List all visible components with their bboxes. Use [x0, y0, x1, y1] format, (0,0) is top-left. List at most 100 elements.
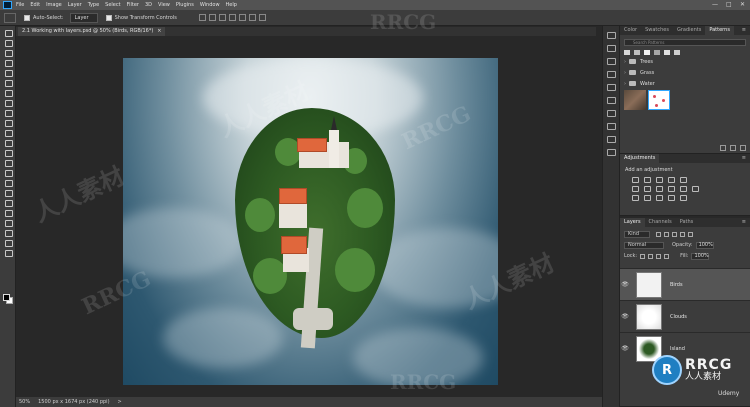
panel-menu-icon[interactable]: ≡ — [738, 218, 750, 227]
gradient-map-icon[interactable] — [668, 195, 675, 201]
threshold-icon[interactable] — [656, 195, 663, 201]
more-options-icon[interactable] — [258, 14, 266, 21]
filter-smart-object-icon[interactable] — [688, 231, 693, 237]
tab-paths[interactable]: Paths — [676, 218, 698, 227]
menu-plugins[interactable]: Plugins — [176, 2, 194, 8]
menu-image[interactable]: Image — [46, 2, 62, 8]
close-document-icon[interactable]: × — [157, 28, 161, 34]
auto-select-dropdown[interactable]: Layer — [69, 12, 98, 23]
align-center-icon[interactable] — [208, 14, 216, 21]
filter-shape-icon[interactable] — [680, 231, 685, 237]
pattern-thumbnail[interactable] — [624, 90, 646, 110]
pattern-swatch[interactable] — [664, 50, 670, 55]
close-window-button[interactable]: ✕ — [740, 1, 745, 8]
tab-patterns[interactable]: Patterns — [705, 26, 734, 35]
eye-icon[interactable]: 👁 — [620, 281, 630, 288]
menu-layer[interactable]: Layer — [68, 2, 82, 8]
blur-tool-icon[interactable] — [3, 169, 13, 177]
align-bottom-icon[interactable] — [248, 14, 256, 21]
document-canvas[interactable] — [123, 58, 498, 385]
pen-tool-icon[interactable] — [3, 189, 13, 197]
menu-file[interactable]: File — [16, 2, 24, 8]
photo-filter-icon[interactable] — [668, 186, 675, 192]
filter-type-icon[interactable] — [672, 231, 677, 237]
eraser-tool-icon[interactable] — [3, 149, 13, 157]
clone-source-icon[interactable] — [606, 71, 616, 78]
lock-all-icon[interactable] — [664, 253, 670, 259]
pattern-swatch[interactable] — [674, 50, 680, 55]
filter-adjustment-icon[interactable] — [664, 231, 669, 237]
menu-filter[interactable]: Filter — [127, 2, 139, 8]
info-icon[interactable] — [606, 123, 616, 130]
menu-window[interactable]: Window — [200, 2, 220, 8]
properties-icon[interactable] — [606, 45, 616, 52]
zoom-tool-icon[interactable] — [3, 239, 13, 247]
frame-tool-icon[interactable] — [3, 89, 13, 97]
clone-stamp-tool-icon[interactable] — [3, 129, 13, 137]
type-tool-icon[interactable] — [3, 199, 13, 207]
menu-view[interactable]: View — [158, 2, 170, 8]
layer-kind-filter[interactable]: Kind — [624, 230, 650, 238]
chevron-right-icon[interactable]: › — [624, 81, 626, 87]
more-tools-icon[interactable] — [3, 249, 13, 257]
new-pattern-icon[interactable] — [730, 145, 736, 151]
maximize-button[interactable]: □ — [726, 1, 732, 8]
brightness-icon[interactable] — [632, 177, 639, 183]
brush-tool-icon[interactable] — [3, 119, 13, 127]
brush-settings-icon[interactable] — [606, 58, 616, 65]
panel-menu-icon[interactable]: ≡ — [738, 154, 750, 163]
glyphs-icon[interactable] — [606, 110, 616, 117]
pattern-swatch[interactable] — [654, 50, 660, 55]
blend-mode-dropdown[interactable]: Normal — [624, 241, 664, 249]
opacity-input[interactable]: 100% — [695, 241, 714, 249]
fill-input[interactable]: 100% — [691, 252, 710, 260]
healing-brush-tool-icon[interactable] — [3, 109, 13, 117]
history-brush-tool-icon[interactable] — [3, 139, 13, 147]
trash-icon[interactable] — [740, 145, 746, 151]
tab-color[interactable]: Color — [620, 26, 641, 35]
menu-help[interactable]: Help — [226, 2, 237, 8]
invert-icon[interactable] — [632, 195, 639, 201]
hue-saturation-icon[interactable] — [632, 186, 639, 192]
lasso-tool-icon[interactable] — [3, 59, 13, 67]
align-top-icon[interactable] — [228, 14, 236, 21]
document-tab[interactable]: 2.1 Working with layers.psd @ 50% (Birds… — [18, 27, 166, 36]
gradient-tool-icon[interactable] — [3, 159, 13, 167]
status-menu-arrow[interactable]: > — [118, 399, 122, 405]
history-icon[interactable] — [606, 32, 616, 39]
exposure-icon[interactable] — [668, 177, 675, 183]
marquee-tool-icon[interactable] — [3, 49, 13, 57]
paragraph-icon[interactable] — [606, 97, 616, 104]
filter-pixel-icon[interactable] — [656, 231, 661, 237]
pattern-swatch[interactable] — [644, 50, 650, 55]
black-white-icon[interactable] — [656, 186, 663, 192]
rectangle-tool-icon[interactable] — [3, 219, 13, 227]
lock-image-icon[interactable] — [648, 253, 654, 259]
tab-channels[interactable]: Channels — [645, 218, 676, 227]
tab-gradients[interactable]: Gradients — [673, 26, 705, 35]
patterns-search-input[interactable]: Search Patterns — [624, 39, 746, 46]
canvas-workspace[interactable] — [16, 36, 602, 397]
foreground-color-swatch[interactable] — [3, 294, 10, 301]
eyedropper-tool-icon[interactable] — [3, 99, 13, 107]
tab-adjustments[interactable]: Adjustments — [620, 154, 660, 163]
align-left-icon[interactable] — [198, 14, 206, 21]
menu-edit[interactable]: Edit — [30, 2, 40, 8]
character-icon[interactable] — [606, 84, 616, 91]
layer-row-birds[interactable]: 👁 Birds — [620, 268, 750, 300]
move-tool-preset-icon[interactable] — [4, 12, 16, 23]
lock-position-icon[interactable] — [656, 253, 662, 259]
levels-icon[interactable] — [644, 177, 651, 183]
layer-row-clouds[interactable]: 👁 Clouds — [620, 300, 750, 332]
zoom-level[interactable]: 50% — [19, 399, 30, 405]
vibrance-icon[interactable] — [680, 177, 687, 183]
pattern-thumbnail-selected[interactable] — [648, 90, 670, 110]
photoshop-logo-icon[interactable] — [3, 1, 12, 9]
eye-icon[interactable]: 👁 — [620, 313, 630, 320]
folder-trees[interactable]: › Trees — [624, 57, 746, 66]
chevron-right-icon[interactable]: › — [624, 70, 626, 76]
menu-3d[interactable]: 3D — [145, 2, 152, 8]
folder-grass[interactable]: › Grass — [624, 68, 746, 77]
folder-water[interactable]: › Water — [624, 79, 746, 88]
tab-swatches[interactable]: Swatches — [641, 26, 673, 35]
